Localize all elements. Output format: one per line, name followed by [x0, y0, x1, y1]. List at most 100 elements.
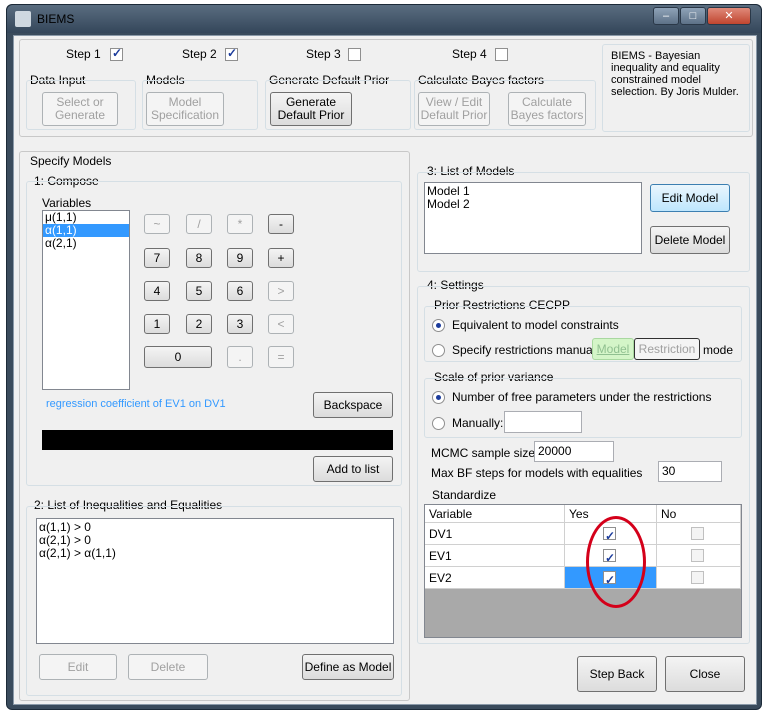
minimize-button[interactable]: –	[653, 7, 679, 25]
restriction-mode-button[interactable]: Restriction	[634, 338, 700, 360]
step-4-checkbox[interactable]	[495, 48, 508, 61]
keypad-less[interactable]: <	[268, 314, 294, 334]
keypad-1[interactable]: 1	[144, 314, 170, 334]
mode-label: mode	[703, 343, 734, 357]
delete-model-label: Delete Model	[654, 232, 726, 247]
keypad-3[interactable]: 3	[227, 314, 253, 334]
view-edit-prior-label: View / Edit Default Prior	[420, 95, 488, 122]
standardize-title: Standardize	[432, 488, 497, 502]
step-1-checkbox[interactable]	[110, 46, 123, 61]
step-3-checkbox[interactable]	[348, 48, 361, 61]
equivalent-constraints-radio[interactable]	[432, 319, 445, 332]
keypad-multiply[interactable]: *	[227, 214, 253, 234]
restriction-mode-label: Restriction	[638, 341, 696, 356]
specify-manually-label: Specify restrictions manually	[452, 343, 605, 357]
table-header-variable: Variable	[425, 505, 565, 523]
biems-window: BIEMS – □ ✕ Step 1 Data Input Select or …	[6, 4, 762, 710]
variable-item[interactable]: α(2,1)	[43, 237, 129, 250]
keypad-7[interactable]: 7	[144, 248, 170, 268]
step-2-checkbox[interactable]	[225, 46, 238, 61]
free-parameters-label: Number of free parameters under the rest…	[452, 390, 712, 404]
standardize-table: Variable Yes No DV1 EV1 EV2	[424, 504, 742, 638]
keypad-plus[interactable]: +	[268, 248, 294, 268]
step-2-label: Step 2	[182, 47, 217, 61]
model-specification-button[interactable]: Model Specification	[146, 92, 224, 126]
keypad-tilde[interactable]: ~	[144, 214, 170, 234]
edit-model-button[interactable]: Edit Model	[650, 184, 730, 212]
max-bf-steps-label: Max BF steps for models with equalities	[431, 466, 643, 480]
max-bf-steps-input[interactable]: 30	[658, 461, 722, 482]
edit-inequality-button[interactable]: Edit	[39, 654, 117, 680]
window-title: BIEMS	[37, 12, 75, 26]
close-window-button[interactable]: ✕	[707, 7, 751, 25]
edit-label: Edit	[67, 659, 89, 674]
keypad-dot[interactable]: .	[227, 346, 253, 368]
ev1-no-checkbox[interactable]	[691, 549, 704, 562]
model-mode-button[interactable]: Model	[592, 338, 634, 360]
table-cell-variable: DV1	[425, 523, 565, 545]
inequality-item[interactable]: α(2,1) > α(1,1)	[37, 547, 393, 560]
specify-manually-radio[interactable]	[432, 344, 445, 357]
manual-scale-label: Manually:	[452, 416, 504, 430]
table-cell-no	[657, 567, 741, 589]
specify-models-title: Specify Models	[30, 154, 112, 168]
keypad-9[interactable]: 9	[227, 248, 253, 268]
backspace-button[interactable]: Backspace	[313, 392, 393, 418]
delete-label: Delete	[150, 659, 186, 674]
add-to-list-button[interactable]: Add to list	[313, 456, 393, 482]
models-list[interactable]: Model 1 Model 2	[424, 182, 642, 254]
table-cell-variable: EV1	[425, 545, 565, 567]
close-button[interactable]: Close	[665, 656, 745, 692]
add-to-list-label: Add to list	[326, 461, 380, 476]
generate-default-prior-button[interactable]: Generate Default Prior	[270, 92, 352, 126]
free-parameters-radio[interactable]	[432, 391, 445, 404]
backspace-label: Backspace	[323, 397, 383, 412]
keypad-greater[interactable]: >	[268, 281, 294, 301]
keypad-8[interactable]: 8	[186, 248, 212, 268]
calculate-bf-label: Calculate Bayes factors	[510, 95, 584, 122]
mcmc-sample-size-input[interactable]: 20000	[534, 441, 614, 462]
keypad-2[interactable]: 2	[186, 314, 212, 334]
close-label: Close	[689, 666, 721, 681]
title-bar: BIEMS – □ ✕	[7, 5, 761, 33]
variable-description: regression coefficient of EV1 on DV1	[46, 398, 226, 410]
keypad-divide[interactable]: /	[186, 214, 212, 234]
select-or-generate-button[interactable]: Select or Generate	[42, 92, 118, 126]
equivalent-constraints-label: Equivalent to model constraints	[452, 318, 619, 332]
ev2-no-checkbox[interactable]	[691, 571, 704, 584]
keypad-minus[interactable]: -	[268, 214, 294, 234]
manual-scale-radio[interactable]	[432, 417, 445, 430]
keypad-5[interactable]: 5	[186, 281, 212, 301]
keypad-4[interactable]: 4	[144, 281, 170, 301]
keypad-0[interactable]: 0	[144, 346, 212, 368]
dv1-no-checkbox[interactable]	[691, 527, 704, 540]
keypad-6[interactable]: 6	[227, 281, 253, 301]
variables-list[interactable]: μ(1,1) α(1,1) α(2,1)	[42, 210, 130, 390]
table-cell-no	[657, 545, 741, 567]
calculate-bayes-factors-button[interactable]: Calculate Bayes factors	[508, 92, 586, 126]
edit-model-label: Edit Model	[661, 190, 719, 205]
about-text: BIEMS - Bayesian inequality and equality…	[611, 50, 739, 98]
step-1-label: Step 1	[66, 47, 101, 61]
keypad-equals[interactable]: =	[268, 346, 294, 368]
mcmc-sample-size-label: MCMC sample size:	[431, 446, 539, 460]
step-back-button[interactable]: Step Back	[577, 656, 657, 692]
highlight-ring	[586, 516, 646, 608]
delete-inequality-button[interactable]: Delete	[128, 654, 208, 680]
main-client: Step 1 Data Input Select or Generate Ste…	[13, 35, 757, 705]
maximize-button[interactable]: □	[680, 7, 706, 25]
generate-default-prior-btn-label: Generate Default Prior	[277, 95, 345, 122]
model-mode-label: Model	[596, 341, 630, 356]
step-4-label: Step 4	[452, 47, 487, 61]
model-item[interactable]: Model 2	[425, 198, 641, 211]
model-specification-label: Model Specification	[150, 95, 220, 122]
step-3-label: Step 3	[306, 47, 341, 61]
view-edit-default-prior-button[interactable]: View / Edit Default Prior	[418, 92, 490, 126]
variables-label: Variables	[42, 196, 92, 210]
manual-scale-input[interactable]	[504, 411, 582, 433]
step-back-label: Step Back	[589, 666, 645, 681]
expression-display[interactable]	[42, 430, 393, 450]
delete-model-button[interactable]: Delete Model	[650, 226, 730, 254]
inequalities-list[interactable]: α(1,1) > 0 α(2,1) > 0 α(2,1) > α(1,1)	[36, 518, 394, 644]
define-as-model-button[interactable]: Define as Model	[302, 654, 394, 680]
